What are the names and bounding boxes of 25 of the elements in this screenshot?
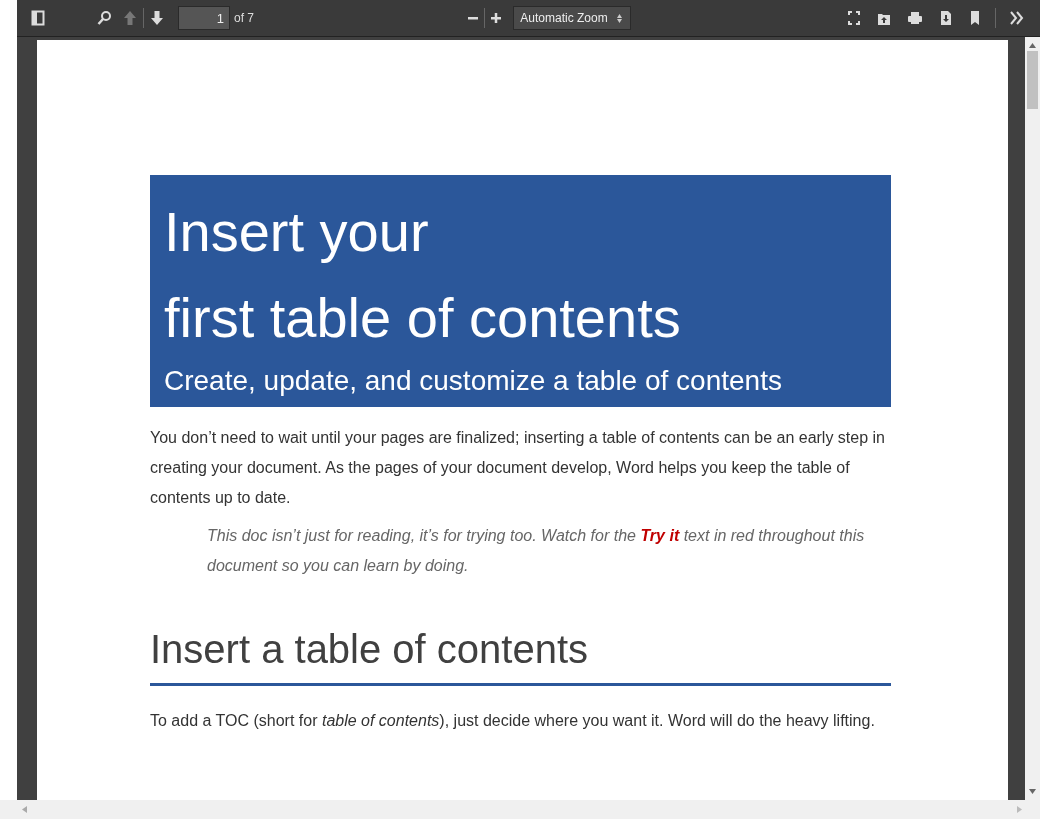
section-heading: Insert a table of contents [150, 626, 590, 673]
bookmark-icon [969, 10, 981, 26]
scroll-down-icon[interactable] [1029, 789, 1036, 794]
scroll-thumb[interactable] [1027, 51, 1038, 109]
document-title-line: first table of contents [164, 285, 682, 351]
up-arrow-icon [123, 10, 137, 26]
plus-icon [491, 13, 502, 23]
document-title-line: Insert your [164, 199, 430, 265]
zoom-select[interactable]: Automatic Zoom [513, 6, 631, 30]
download-icon [939, 10, 953, 26]
tip-paragraph: This doc isn’t just for reading, it’s for trying too. Watch for the Try it text in red throughout this document so you can learn by doing. [207, 526, 866, 576]
sidebar-toggle-icon [31, 10, 45, 26]
document-subtitle: Create, update, and customize a table of contents [164, 364, 783, 398]
vertical-scrollbar[interactable] [1025, 37, 1040, 800]
scroll-up-icon[interactable] [1029, 43, 1036, 48]
fullscreen-icon [847, 10, 861, 26]
page-count: of 7 [234, 10, 254, 27]
intro-paragraph: You don’t need to wait until your pages are finalized; inserting a table of contents can be an early step in creating your document. As the pages of your document develop, Word helps you keep the table of contents up to date. [150, 428, 886, 508]
page-number-field[interactable]: 1 [178, 6, 230, 30]
body-paragraph: To add a TOC (short for table of contents), just decide where you want it. Word will do the heavy lifting. [150, 711, 876, 731]
down-arrow-icon [150, 10, 164, 26]
print-icon [907, 10, 923, 26]
double-chevron-icon [1010, 10, 1024, 26]
search-icon [97, 10, 111, 26]
updown-caret-icon [616, 14, 622, 23]
